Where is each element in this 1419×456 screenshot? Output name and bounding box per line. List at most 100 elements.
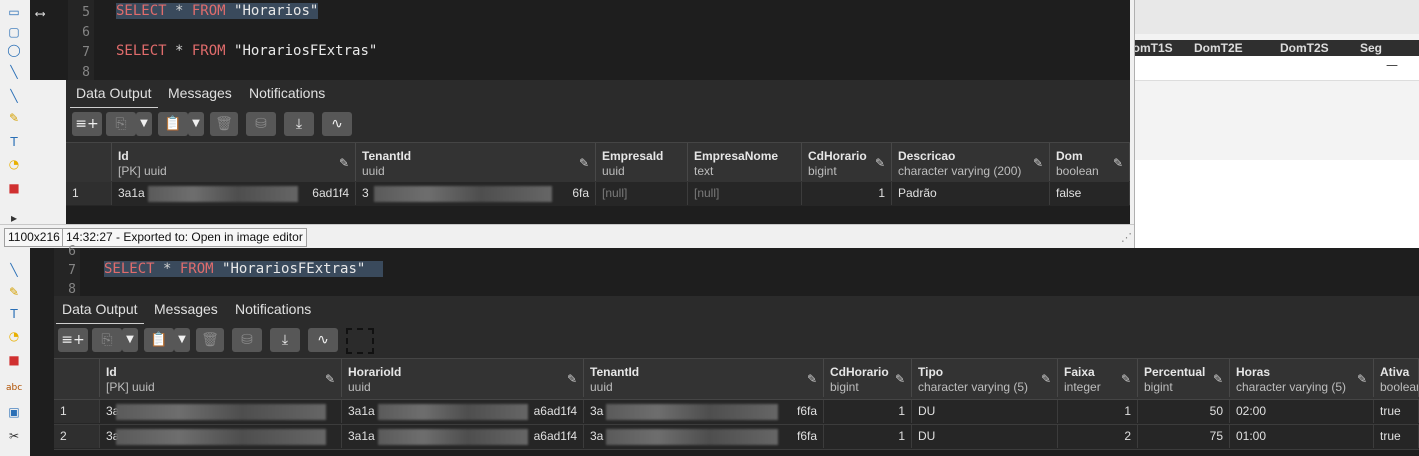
copy-button[interactable]: ⎘	[92, 328, 122, 352]
table-row[interactable]: 1 3a 3a1a a6ad1f4 3a f6fa 1 DU 1 50 02:00 …	[54, 400, 1419, 425]
cell-percentual[interactable]: 50	[1138, 400, 1230, 423]
column-header-horas[interactable]: Horas character varying (5) ✎	[1230, 359, 1374, 397]
edit-pencil-icon[interactable]: ✎	[1213, 372, 1223, 386]
cell-id[interactable]: 3a	[100, 400, 342, 423]
add-row-button[interactable]: ≡+	[58, 328, 88, 352]
select-rect-icon[interactable]: ▭	[6, 4, 22, 20]
cell-horarioid[interactable]: 3a1a a6ad1f4	[342, 400, 584, 423]
cell-faixa[interactable]: 2	[1058, 425, 1138, 448]
tab-messages[interactable]: Messages	[148, 296, 224, 323]
paste-dropdown-button[interactable]: ▼	[188, 112, 204, 136]
copy-dropdown-button[interactable]: ▼	[136, 112, 152, 136]
delete-button[interactable]: 🗑	[196, 328, 224, 352]
column-header-ativa[interactable]: Ativa boolean	[1374, 359, 1419, 397]
cell-descricao[interactable]: Padrão	[892, 182, 1050, 205]
tab-notifications[interactable]: Notifications	[229, 296, 317, 323]
balloon-icon-2[interactable]: ◔	[6, 328, 22, 344]
column-header-tenantid[interactable]: TenantId uuid ✎	[584, 359, 824, 397]
tab-data-output[interactable]: Data Output	[70, 80, 158, 109]
cell-id[interactable]: 3a1a 6ad1f4	[112, 182, 356, 205]
cell-horarioid[interactable]: 3a1a a6ad1f4	[342, 425, 584, 448]
column-header-empresanome[interactable]: EmpresaNome text	[688, 143, 802, 181]
column-header-cdhorario[interactable]: CdHorario bigint ✎	[802, 143, 892, 181]
cell-tenantid[interactable]: 3a f6fa	[584, 400, 824, 423]
edit-pencil-icon[interactable]: ✎	[1041, 372, 1051, 386]
column-header-tenantid[interactable]: TenantId uuid ✎	[356, 143, 596, 181]
copy-button[interactable]: ⎘	[106, 112, 136, 136]
edit-pencil-icon[interactable]: ✎	[1113, 156, 1123, 170]
rectangle-icon[interactable]: ▢	[6, 24, 22, 40]
crop-icon[interactable]: ✂	[6, 428, 22, 444]
cell-dom[interactable]: false	[1050, 182, 1130, 205]
column-header-empresaid[interactable]: EmpresaId uuid	[596, 143, 688, 181]
column-header-percentual[interactable]: Percentual bigint ✎	[1138, 359, 1230, 397]
graph-button[interactable]: ∿	[308, 328, 338, 352]
cell-percentual[interactable]: 75	[1138, 425, 1230, 448]
download-button[interactable]: ⤓	[270, 328, 300, 352]
cell-tipo[interactable]: DU	[912, 425, 1058, 448]
paste-button[interactable]: 📋	[144, 328, 174, 352]
column-header-tipo[interactable]: Tipo character varying (5) ✎	[912, 359, 1058, 397]
eraser-icon-2[interactable]: ✎	[6, 284, 22, 300]
delete-button[interactable]: 🗑	[210, 112, 238, 136]
copy-dropdown-button[interactable]: ▼	[122, 328, 138, 352]
edit-pencil-icon[interactable]: ✎	[1121, 372, 1131, 386]
bottom-sql-editor[interactable]: 6 7 8 SELECT * FROM "HorariosFExtras"	[54, 244, 1419, 297]
cell-tenantid[interactable]: 3 6fa	[356, 182, 596, 205]
cell-empresaid[interactable]: [null]	[596, 182, 688, 205]
resize-grip-icon[interactable]: ⋰	[1121, 231, 1132, 244]
line-icon[interactable]: ╲	[6, 64, 22, 80]
text-icon[interactable]: T	[6, 134, 22, 150]
column-header-id[interactable]: Id [PK] uuid ✎	[100, 359, 342, 397]
cell-tenantid[interactable]: 3a f6fa	[584, 425, 824, 448]
cell-faixa[interactable]: 1	[1058, 400, 1138, 423]
cell-cdhorario[interactable]: 1	[802, 182, 892, 205]
arrow-line-icon-2[interactable]: ╲	[6, 262, 22, 278]
download-button[interactable]: ⤓	[284, 112, 314, 136]
balloon-icon[interactable]: ◔	[6, 156, 22, 172]
table-row[interactable]: 1 3a1a 6ad1f4 3 6fa [null] [null] 1 Padrão…	[66, 182, 1130, 207]
column-header-faixa[interactable]: Faixa integer ✎	[1058, 359, 1138, 397]
paste-dropdown-button[interactable]: ▼	[174, 328, 190, 352]
cell-cdhorario[interactable]: 1	[824, 400, 912, 423]
ellipse-icon[interactable]: ◯	[6, 42, 22, 58]
arrow-line-icon[interactable]: ╲	[6, 88, 22, 104]
tab-notifications[interactable]: Notifications	[243, 80, 331, 107]
cell-horas[interactable]: 02:00	[1230, 400, 1374, 423]
column-header-id[interactable]: Id [PK] uuid ✎	[112, 143, 356, 181]
graph-button[interactable]: ∿	[322, 112, 352, 136]
column-header-cdhorario[interactable]: CdHorario bigint ✎	[824, 359, 912, 397]
column-header-descricao[interactable]: Descricao character varying (200) ✎	[892, 143, 1050, 181]
save-data-button[interactable]: ⛁	[232, 328, 262, 352]
paste-button[interactable]: 📋	[158, 112, 188, 136]
text-icon-2[interactable]: T	[6, 306, 22, 322]
tab-messages[interactable]: Messages	[162, 80, 238, 107]
stamp-icon-2[interactable]: ■	[6, 352, 22, 368]
spellcheck-icon[interactable]: abc	[6, 380, 22, 396]
stamp-icon[interactable]: ■	[6, 180, 22, 196]
cell-tipo[interactable]: DU	[912, 400, 1058, 423]
edit-pencil-icon[interactable]: ✎	[325, 372, 335, 386]
eraser-icon[interactable]: ✎	[6, 110, 22, 126]
image-icon[interactable]: ▣	[6, 404, 22, 420]
cell-cdhorario[interactable]: 1	[824, 425, 912, 448]
top-sql-editor[interactable]: ⟷ 5 6 7 8 SELECT * FROM "Horarios" SELEC…	[30, 0, 1130, 80]
edit-pencil-icon[interactable]: ✎	[1357, 372, 1367, 386]
edit-pencil-icon[interactable]: ✎	[579, 156, 589, 170]
cell-ativa[interactable]: true	[1374, 425, 1419, 448]
save-data-button[interactable]: ⛁	[246, 112, 276, 136]
column-header-dom[interactable]: Dom boolean ✎	[1050, 143, 1130, 181]
edit-pencil-icon[interactable]: ✎	[339, 156, 349, 170]
edit-pencil-icon[interactable]: ✎	[807, 372, 817, 386]
cell-ativa[interactable]: true	[1374, 400, 1419, 423]
tab-data-output[interactable]: Data Output	[56, 296, 144, 325]
edit-pencil-icon[interactable]: ✎	[875, 156, 885, 170]
cell-id[interactable]: 3a	[100, 425, 342, 448]
edit-pencil-icon[interactable]: ✎	[895, 372, 905, 386]
edit-pencil-icon[interactable]: ✎	[567, 372, 577, 386]
table-row[interactable]: 2 3a 3a1a a6ad1f4 3a f6fa 1 DU 2 75 01:00 …	[54, 425, 1419, 450]
edit-pencil-icon[interactable]: ✎	[1033, 156, 1043, 170]
cell-empresanome[interactable]: [null]	[688, 182, 802, 205]
add-row-button[interactable]: ≡+	[72, 112, 102, 136]
minimize-button[interactable]: —	[1386, 58, 1398, 72]
